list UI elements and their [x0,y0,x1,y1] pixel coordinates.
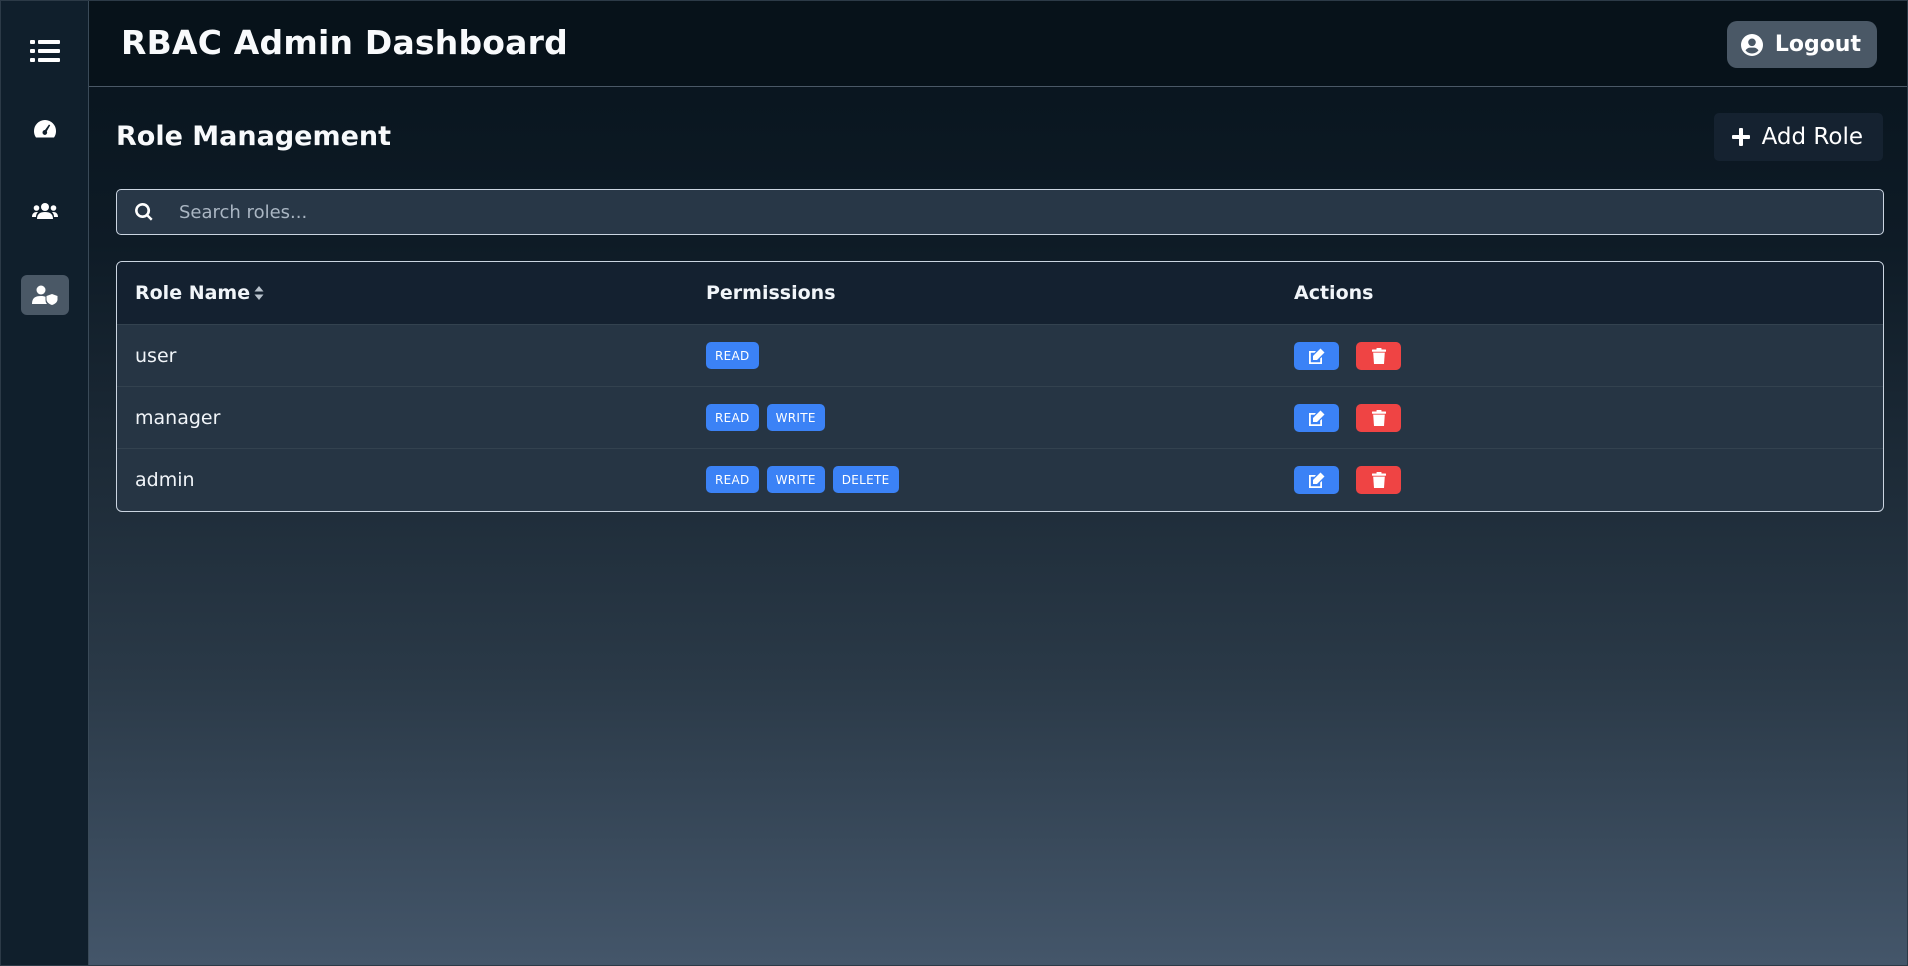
roles-table: Role Name Permissions Actions user READ ma… [116,261,1884,512]
permission-badge: READ [706,466,759,493]
edit-role-button[interactable] [1294,403,1339,432]
actions-header: Actions [1294,282,1374,304]
users-icon [32,203,58,219]
edit-icon [1308,410,1324,426]
plus-icon [1731,128,1750,146]
actions-cell [1294,465,1883,494]
logout-button[interactable]: Logout [1726,21,1877,68]
permission-badge: WRITE [766,404,825,431]
search-box [116,189,1884,235]
delete-role-button[interactable] [1356,341,1401,370]
permissions-header: Permissions [706,282,836,304]
edit-icon [1308,472,1324,488]
table-header: Role Name Permissions Actions [117,262,1883,324]
table-row: user READ [117,324,1883,386]
actions-cell [1294,341,1883,370]
role-name-cell: user [135,344,177,367]
permission-badge: READ [706,342,759,369]
sidebar-item-users[interactable] [21,191,69,231]
sidebar-item-dashboard[interactable] [21,109,69,149]
edit-role-button[interactable] [1294,465,1339,494]
role-name-cell: manager [135,406,221,429]
edit-role-button[interactable] [1294,341,1339,370]
role-name-header-label: Role Name [135,282,251,304]
sidebar [1,1,89,965]
page-title: Role Management [116,121,392,152]
search-icon [135,203,153,221]
sidebar-item-roles[interactable] [21,275,69,315]
user-shield-icon [32,285,58,305]
list-icon [30,40,60,62]
delete-role-button[interactable] [1356,403,1401,432]
permission-badge: READ [706,404,759,431]
app-window: RBAC Admin Dashboard Logout Role Managem… [0,0,1908,966]
dashboard-gauge-icon [33,120,57,138]
logout-label: Logout [1774,32,1861,57]
edit-icon [1308,348,1324,364]
table-row: manager READ WRITE [117,386,1883,448]
add-role-label: Add Role [1761,124,1863,150]
permissions-cell: READ WRITE [706,404,1294,431]
top-header: RBAC Admin Dashboard Logout [89,1,1907,87]
user-circle-icon [1740,33,1763,56]
role-name-header[interactable]: Role Name [117,282,706,304]
actions-cell [1294,403,1883,432]
table-row: admin READ WRITE DELETE [117,448,1883,510]
app-title: RBAC Admin Dashboard [121,23,568,62]
permissions-cell: READ [706,342,1294,369]
sort-icon[interactable] [254,285,264,301]
trash-icon [1371,409,1386,426]
table-body: user READ manager READ WRITE admin READ WRITE DE… [117,324,1883,510]
search-input[interactable] [179,190,1883,234]
add-role-button[interactable]: Add Role [1713,113,1883,161]
trash-icon [1371,471,1386,488]
permission-badge: WRITE [766,466,825,493]
delete-role-button[interactable] [1356,465,1401,494]
permission-badge: DELETE [832,466,899,493]
permissions-cell: READ WRITE DELETE [706,466,1294,493]
sidebar-item-menu[interactable] [21,31,69,71]
role-name-cell: admin [135,468,195,491]
trash-icon [1371,347,1386,364]
